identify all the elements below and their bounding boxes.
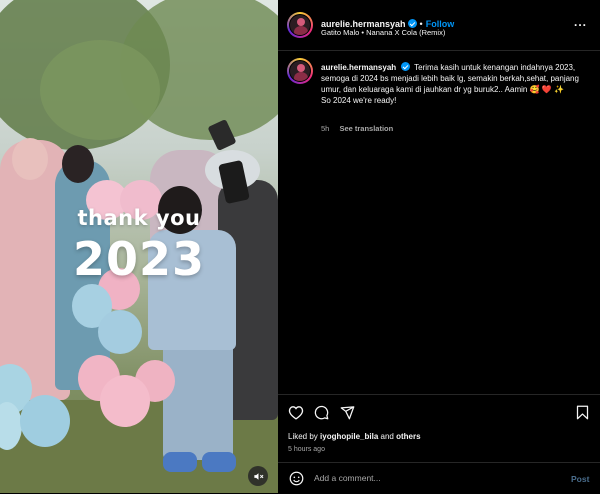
person-left-head bbox=[12, 138, 48, 180]
post-header: aurelie.hermansyah • Follow Gatito Malo • … bbox=[278, 0, 600, 51]
shoe bbox=[163, 452, 197, 472]
caption-avatar[interactable] bbox=[287, 58, 313, 84]
balloon bbox=[20, 395, 70, 447]
overlay-text-thank-you: thank you bbox=[77, 206, 201, 230]
post-details-panel: aurelie.hermansyah • Follow Gatito Malo • … bbox=[278, 0, 600, 493]
mute-button[interactable] bbox=[248, 466, 268, 486]
post-media[interactable]: thank you 2023 bbox=[0, 0, 278, 493]
audio-link[interactable]: Gatito Malo • Nanana X Cola (Remix) bbox=[321, 28, 445, 37]
share-icon[interactable] bbox=[340, 405, 355, 420]
more-options-icon[interactable]: ... bbox=[574, 15, 587, 29]
comment-icon[interactable] bbox=[314, 405, 329, 420]
liked-by-and: and bbox=[380, 432, 394, 441]
avatar[interactable] bbox=[287, 12, 313, 38]
balloon bbox=[100, 375, 150, 427]
bookmark-icon[interactable] bbox=[576, 405, 589, 420]
balloon bbox=[98, 310, 142, 354]
shoe bbox=[202, 452, 236, 472]
caption-age: 5h bbox=[321, 124, 330, 133]
comment-bar: Post bbox=[278, 462, 600, 494]
caption-meta: 5h See translation bbox=[321, 124, 393, 133]
emoji-icon[interactable] bbox=[289, 471, 304, 486]
caption-text-line2: So 2024 we're ready! bbox=[321, 96, 397, 105]
likes-summary: Liked by iyoghopile_bila and others bbox=[288, 432, 421, 441]
see-translation-link[interactable]: See translation bbox=[339, 124, 393, 133]
post-caption: aurelie.hermansyah Terima kasih untuk ken… bbox=[321, 62, 591, 106]
liked-by-prefix: Liked by bbox=[288, 432, 318, 441]
overlay-text-year: 2023 bbox=[72, 232, 206, 286]
mute-icon bbox=[253, 472, 263, 480]
liked-by-user-link[interactable]: iyoghopile_bila bbox=[320, 432, 378, 441]
verified-icon bbox=[401, 62, 411, 71]
liked-by-others-link[interactable]: others bbox=[396, 432, 420, 441]
caption-username[interactable]: aurelie.hermansyah bbox=[321, 63, 396, 72]
caption-emoji: 🥰 ❤️ ✨ bbox=[529, 85, 564, 94]
comment-input[interactable] bbox=[314, 473, 544, 483]
background-tree bbox=[40, 40, 160, 140]
heart-icon[interactable] bbox=[288, 405, 304, 420]
post-timestamp[interactable]: 5 hours ago bbox=[288, 446, 325, 453]
person-center-head bbox=[62, 145, 94, 183]
verified-icon bbox=[407, 19, 417, 28]
post-comment-button[interactable]: Post bbox=[571, 474, 589, 484]
action-bar bbox=[278, 394, 600, 431]
